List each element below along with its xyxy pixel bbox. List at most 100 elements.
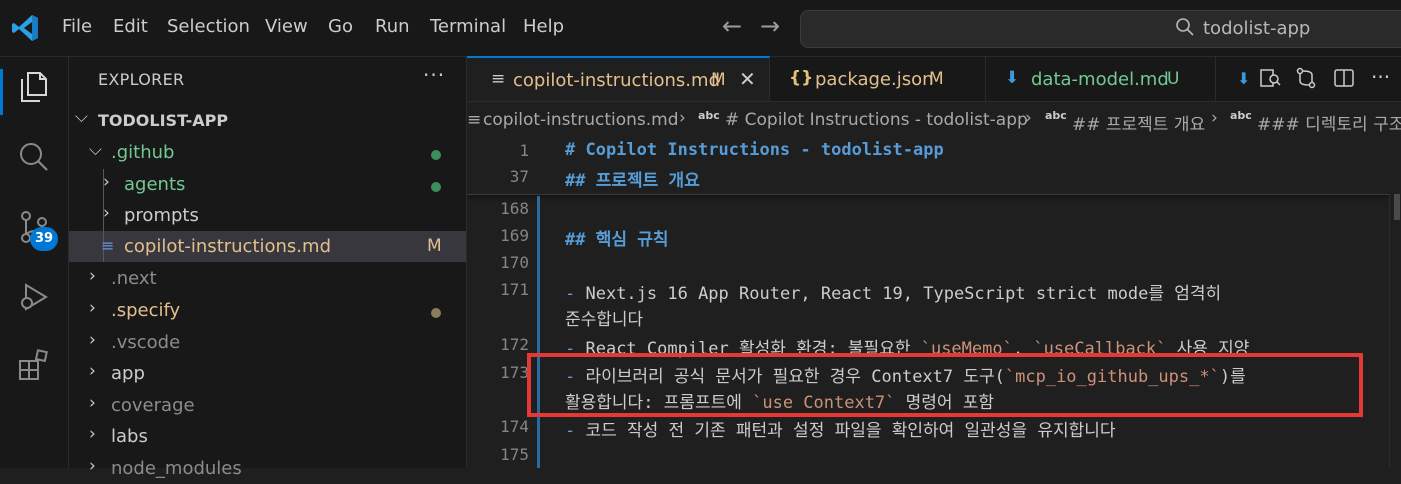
menu-go[interactable]: Go: [328, 16, 353, 37]
back-arrow-icon[interactable]: ←: [722, 12, 742, 40]
chevron-right-icon: ›: [1025, 108, 1032, 128]
open-changes-icon[interactable]: [1295, 67, 1317, 89]
tree-item-prompts[interactable]: › prompts: [69, 200, 466, 231]
tree-item-label: .next: [111, 268, 157, 289]
code-editor[interactable]: 1 # Copilot Instructions - todolist-app …: [467, 136, 1401, 468]
tab-label: copilot-instructions.md: [513, 70, 720, 91]
search-text: todolist-app: [1203, 18, 1311, 39]
menu-help[interactable]: Help: [523, 16, 564, 37]
command-center-search[interactable]: todolist-app: [800, 10, 1401, 48]
explorer-icon[interactable]: [16, 69, 52, 105]
line-number: 171: [500, 280, 529, 299]
line-number: 173: [500, 363, 529, 382]
chevron-down-icon: ⌵: [89, 140, 102, 160]
explorer-title: EXPLORER: [98, 70, 185, 89]
breadcrumb-section-3[interactable]: ### 디렉토리 구조: [1257, 110, 1401, 135]
tree-item-app[interactable]: › app: [69, 358, 466, 389]
search-icon: [1176, 18, 1194, 36]
code-token: Next.js 16 App Router, React 19, TypeScr…: [585, 284, 1222, 304]
tab-label: data-model.md: [1031, 69, 1169, 90]
search-icon[interactable]: [16, 139, 52, 175]
tab-status: U: [1167, 69, 1180, 89]
vscode-logo-icon[interactable]: [10, 13, 40, 43]
code-token: 코드 작성 전 기존 패턴과 설정 파일을 확인하여 일관성을 유지합니다: [585, 421, 1116, 441]
extensions-icon[interactable]: [16, 347, 52, 383]
menu-file[interactable]: File: [62, 16, 92, 37]
tree-item-github[interactable]: ⌵ .github: [69, 137, 466, 168]
activity-bar: 39: [0, 57, 69, 468]
menu-edit[interactable]: Edit: [113, 16, 148, 37]
code-line[interactable]: - Next.js 16 App Router, React 19, TypeS…: [565, 279, 1221, 304]
heading-symbol-icon: abc: [698, 109, 720, 122]
more-actions-icon[interactable]: ···: [1371, 65, 1390, 89]
tree-item-labs[interactable]: › labs: [69, 421, 466, 452]
menu-terminal[interactable]: Terminal: [430, 16, 506, 37]
breadcrumb-section-1[interactable]: # Copilot Instructions - todolist-app: [725, 110, 1028, 130]
tab-data-model[interactable]: ⬇ data-model.md U: [985, 57, 1216, 101]
tree-item-label: .github: [111, 142, 175, 163]
red-highlight-box: [527, 353, 1363, 417]
split-editor-icon[interactable]: [1333, 67, 1355, 89]
tree-item-copilot-instructions[interactable]: ≡ copilot-instructions.md M: [69, 231, 466, 262]
code-line[interactable]: ## 프로젝트 개요: [565, 166, 700, 191]
overflow-tab-icon[interactable]: ⬇: [1237, 69, 1250, 88]
tree-item-specify[interactable]: › .specify: [69, 295, 466, 326]
scrollbar-thumb[interactable]: [1394, 194, 1400, 220]
modified-gutter: [537, 196, 540, 468]
code-token: -: [565, 284, 586, 304]
open-preview-icon[interactable]: [1259, 67, 1281, 89]
breadcrumb-file[interactable]: copilot-instructions.md: [483, 110, 679, 130]
tree-item-vscode[interactable]: › .vscode: [69, 327, 466, 358]
tree-root[interactable]: ⌵ TODOLIST-APP: [69, 104, 466, 135]
run-debug-icon[interactable]: [16, 279, 52, 315]
breadcrumb-section-2[interactable]: ## 프로젝트 개요: [1072, 110, 1205, 135]
chevron-right-icon: ›: [679, 108, 686, 128]
menu-view[interactable]: View: [265, 16, 308, 37]
editor-tabs: ≡ copilot-instructions.md M ✕ {} package…: [467, 56, 1401, 102]
active-indicator: [0, 69, 3, 115]
tab-status: M: [929, 69, 944, 89]
code-line[interactable]: ## 핵심 규칙: [565, 225, 669, 250]
menu-selection[interactable]: Selection: [167, 16, 250, 37]
tree-item-label: .specify: [111, 300, 181, 321]
sticky-scroll[interactable]: 1 # Copilot Instructions - todolist-app …: [467, 136, 1401, 195]
json-file-icon: {}: [789, 68, 814, 88]
workspace-root-label: TODOLIST-APP: [98, 111, 229, 130]
tree-item-next[interactable]: › .next: [69, 263, 466, 294]
chevron-right-icon: ›: [89, 298, 96, 318]
tree-item-node-modules[interactable]: › node_modules: [69, 453, 466, 484]
tree-item-label: copilot-instructions.md: [124, 236, 331, 257]
modified-status: M: [427, 236, 442, 256]
more-actions-icon[interactable]: ···: [423, 63, 445, 87]
tab-status: M: [711, 70, 726, 90]
status-dot: [431, 150, 441, 160]
status-dot: [431, 182, 441, 192]
forward-arrow-icon[interactable]: →: [760, 12, 780, 40]
chevron-right-icon: ›: [103, 172, 110, 192]
tree-item-label: node_modules: [111, 458, 242, 479]
code-line[interactable]: - 코드 작성 전 기존 패턴과 설정 파일을 확인하여 일관성을 유지합니다: [565, 416, 1116, 441]
menu-run[interactable]: Run: [375, 16, 410, 37]
chevron-down-icon: ⌵: [75, 107, 88, 127]
chevron-right-icon: ›: [103, 203, 110, 223]
tab-copilot-instructions[interactable]: ≡ copilot-instructions.md M ✕: [467, 56, 770, 101]
line-number: 168: [500, 199, 529, 218]
tree-item-label: agents: [124, 174, 186, 195]
chevron-right-icon: ›: [89, 330, 96, 350]
close-icon[interactable]: ✕: [739, 67, 756, 91]
code-token: ## 핵심 규칙: [565, 230, 669, 250]
tab-package-json[interactable]: {} package.json M: [769, 57, 986, 101]
tab-label: package.json: [815, 69, 934, 90]
breadcrumb-file-icon: ≡: [467, 110, 482, 130]
tree-item-agents[interactable]: › agents: [69, 169, 466, 200]
code-line[interactable]: 준수합니다: [565, 305, 643, 330]
breadcrumb: ≡ copilot-instructions.md › abc # Copilo…: [467, 102, 1401, 136]
scrollbar[interactable]: [1389, 194, 1401, 468]
markdown-file-icon: ≡: [491, 69, 506, 89]
tree-item-coverage[interactable]: › coverage: [69, 390, 466, 421]
line-number: 170: [500, 253, 529, 272]
tree-item-label: labs: [111, 426, 148, 447]
code-line[interactable]: # Copilot Instructions - todolist-app: [565, 140, 944, 160]
tree-item-label: prompts: [124, 205, 199, 226]
heading-symbol-icon: abc: [1045, 109, 1067, 122]
